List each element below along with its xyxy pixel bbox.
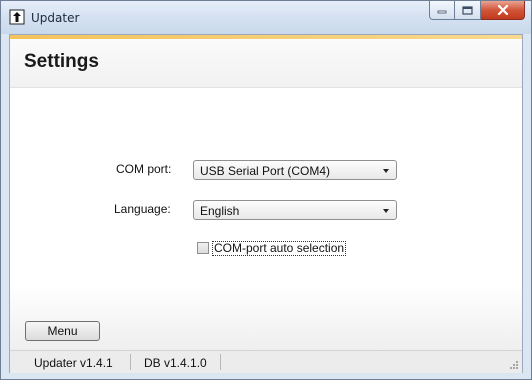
- window-title: Updater: [31, 11, 80, 25]
- close-icon: [497, 5, 508, 15]
- com-port-label: COM port:: [116, 162, 172, 176]
- db-version: DB v1.4.1.0: [144, 356, 207, 370]
- com-port-value: USB Serial Port (COM4): [200, 164, 331, 178]
- auto-select-checkbox[interactable]: [197, 242, 209, 254]
- updater-version: Updater v1.4.1: [34, 356, 113, 370]
- caption-buttons: [429, 1, 525, 21]
- minimize-button[interactable]: [429, 1, 455, 20]
- chevron-down-icon: [383, 169, 389, 173]
- language-label: Language:: [114, 202, 171, 216]
- page-header: Settings: [10, 39, 522, 88]
- resize-grip-icon[interactable]: [509, 360, 519, 370]
- updater-window: Updater Settings COM port: USB Serial Po…: [0, 0, 532, 380]
- status-bar: Updater v1.4.1 DB v1.4.1.0: [10, 350, 522, 373]
- auto-select-label[interactable]: COM-port auto selection: [212, 241, 347, 256]
- title-bar[interactable]: Updater: [1, 1, 531, 34]
- updater-app-icon: [9, 9, 25, 25]
- maximize-icon: [462, 5, 473, 15]
- status-divider: [220, 354, 221, 370]
- client-area: Settings COM port: USB Serial Port (COM4…: [9, 34, 523, 373]
- minimize-icon: [437, 10, 447, 14]
- com-port-select[interactable]: USB Serial Port (COM4): [193, 160, 397, 180]
- close-button[interactable]: [481, 1, 525, 20]
- page-title: Settings: [24, 51, 99, 72]
- maximize-button[interactable]: [455, 1, 481, 20]
- language-select[interactable]: English: [193, 200, 397, 220]
- chevron-down-icon: [383, 209, 389, 213]
- menu-button[interactable]: Menu: [25, 321, 100, 341]
- status-divider: [130, 354, 131, 370]
- language-value: English: [200, 204, 240, 218]
